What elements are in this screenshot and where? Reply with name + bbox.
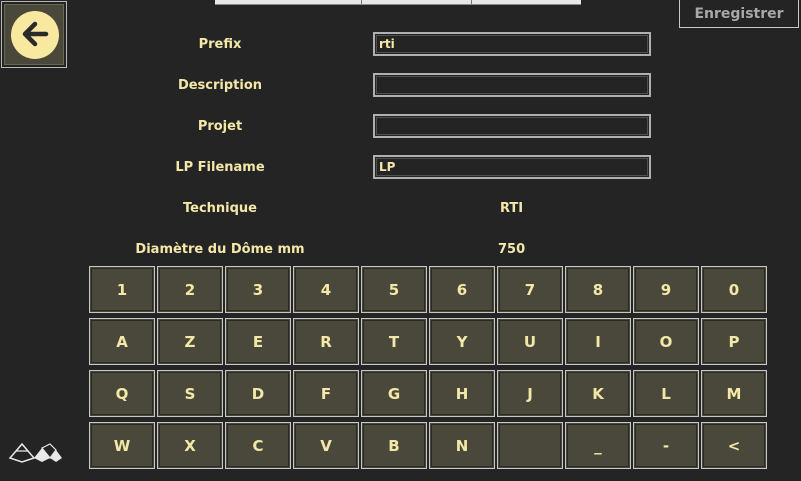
key-3-8[interactable]: - [633,422,699,469]
key-2-5[interactable]: H [429,370,495,417]
key-0-6[interactable]: 7 [497,266,563,313]
prefix-field[interactable]: rti [373,32,651,56]
key-3-2[interactable]: C [225,422,291,469]
back-button[interactable] [1,1,67,68]
key-2-4[interactable]: G [361,370,427,417]
key-1-7[interactable]: I [565,318,631,365]
key-1-1[interactable]: Z [157,318,223,365]
key-1-2[interactable]: E [225,318,291,365]
lp-filename-field[interactable]: LP [373,155,651,179]
key-1-8[interactable]: O [633,318,699,365]
key-0-5[interactable]: 6 [429,266,495,313]
key-0-1[interactable]: 2 [157,266,223,313]
key-1-3[interactable]: R [293,318,359,365]
key-3-9[interactable]: < [701,422,767,469]
key-1-6[interactable]: U [497,318,563,365]
brand-logo-icon [8,442,62,463]
key-2-1[interactable]: S [157,370,223,417]
key-1-5[interactable]: Y [429,318,495,365]
technique-label: Technique [182,201,257,216]
lp-filename-label: LP Filename [175,160,265,175]
save-button[interactable]: Enregistrer [679,0,799,28]
key-3-4[interactable]: B [361,422,427,469]
key-3-6[interactable] [497,422,563,469]
dome-diameter-label: Diamètre du Dôme mm [135,242,305,257]
key-0-9[interactable]: 0 [701,266,767,313]
key-1-9[interactable]: P [701,318,767,365]
key-0-3[interactable]: 4 [293,266,359,313]
key-3-3[interactable]: V [293,422,359,469]
prefix-label: Prefix [198,37,242,52]
key-3-5[interactable]: N [429,422,495,469]
key-3-1[interactable]: X [157,422,223,469]
key-0-2[interactable]: 3 [225,266,291,313]
description-label: Description [177,78,263,93]
key-2-9[interactable]: M [701,370,767,417]
key-2-0[interactable]: Q [89,370,155,417]
key-3-0[interactable]: W [89,422,155,469]
key-2-7[interactable]: K [565,370,631,417]
projet-field[interactable] [373,114,651,138]
key-2-2[interactable]: D [225,370,291,417]
key-1-0[interactable]: A [89,318,155,365]
technique-value: RTI [500,201,524,216]
key-0-4[interactable]: 5 [361,266,427,313]
dome-diameter-value: 750 [498,242,526,257]
key-3-7[interactable]: _ [565,422,631,469]
projet-label: Projet [197,119,243,134]
key-2-6[interactable]: J [497,370,563,417]
key-0-0[interactable]: 1 [89,266,155,313]
key-0-7[interactable]: 8 [565,266,631,313]
arrow-left-icon [22,21,49,47]
description-field[interactable] [373,73,651,97]
key-1-4[interactable]: T [361,318,427,365]
key-0-8[interactable]: 9 [633,266,699,313]
top-tab-strip [215,0,581,5]
key-2-8[interactable]: L [633,370,699,417]
key-2-3[interactable]: F [293,370,359,417]
